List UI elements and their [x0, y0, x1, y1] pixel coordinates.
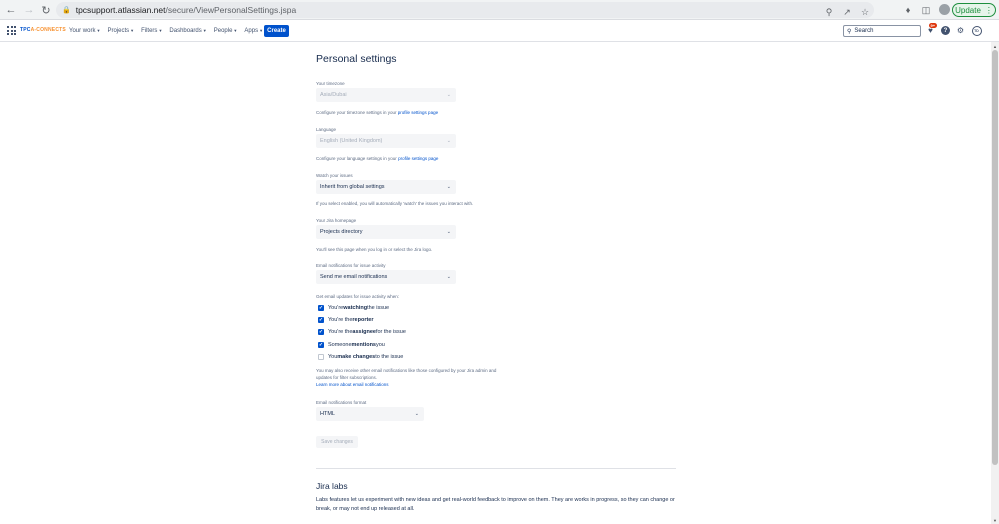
section-divider	[316, 468, 676, 469]
updates-label: Get email updates for issue activity whe…	[316, 294, 400, 299]
logo-text-a: TPC	[20, 27, 31, 33]
profile-icon[interactable]	[936, 3, 952, 17]
settings-gear-icon[interactable]: ⚙	[955, 25, 966, 36]
email-activity-value: Send me email notifications	[320, 274, 388, 280]
browser-toolbar: ← → ↻ 🔒 tpcsupport.atlassian.net/secure/…	[0, 0, 999, 20]
homepage-value: Projects directory	[320, 229, 363, 235]
checkbox-reporter[interactable]: ✓ You're the reporter	[318, 316, 374, 324]
menu-apps[interactable]: Apps▼	[244, 28, 263, 34]
checkbox-unchecked-icon[interactable]	[318, 354, 324, 360]
forward-icon[interactable]: →	[20, 1, 38, 19]
side-panel-icon[interactable]: ◫	[918, 5, 934, 16]
browser-update-button[interactable]: Update ⋮	[952, 3, 996, 17]
search-input[interactable]: ⚲ Search	[843, 25, 921, 37]
homepage-label: Your Jira homepage	[316, 218, 357, 223]
chevron-down-icon: ▼	[158, 28, 163, 33]
extensions-icon[interactable]: ♦	[900, 5, 916, 15]
site-logo[interactable]: TPCA-CONNECTS	[20, 27, 66, 33]
chevron-down-icon: ▼	[202, 28, 207, 33]
watch-label: Watch your issues	[316, 173, 353, 178]
language-value: English (United Kingdom)	[320, 138, 383, 144]
zoom-icon[interactable]: ⚲	[820, 7, 838, 18]
other-notifications-line2: updates for filter subscriptions.	[316, 375, 378, 380]
chevron-down-icon: ⌄	[446, 92, 451, 98]
search-placeholder: Search	[854, 28, 874, 34]
chevron-down-icon: ⌄	[446, 229, 451, 235]
chevron-down-icon: ▼	[259, 28, 264, 33]
other-notifications-line1: You may also receive other email notific…	[316, 368, 497, 373]
language-profile-link[interactable]: profile settings page	[398, 156, 438, 161]
app-switcher-icon[interactable]	[7, 26, 16, 35]
timezone-select: Asia/Dubai ⌄	[316, 88, 456, 102]
checkbox-mentions[interactable]: ✓ Someone mentions you	[318, 341, 385, 349]
homepage-select[interactable]: Projects directory ⌄	[316, 225, 456, 239]
checkbox-checked-icon[interactable]: ✓	[318, 342, 324, 348]
page-title: Personal settings	[316, 53, 397, 65]
checkbox-watching[interactable]: ✓ You're watching the issue	[318, 304, 389, 312]
timezone-profile-link[interactable]: profile settings page	[398, 110, 438, 115]
menu-people[interactable]: People▼	[214, 28, 238, 34]
chevron-down-icon: ⌄	[446, 138, 451, 144]
format-label: Email notifications format	[316, 400, 367, 405]
language-label: Language	[316, 127, 337, 132]
chevron-down-icon: ▼	[130, 28, 135, 33]
format-value: HTML	[320, 411, 335, 417]
scroll-down-icon[interactable]: ▼	[991, 516, 999, 524]
help-icon[interactable]: ?	[940, 25, 951, 36]
page-scrollbar[interactable]: ▲ ▼	[991, 42, 999, 524]
email-activity-select[interactable]: Send me email notifications ⌄	[316, 270, 456, 284]
update-label: Update	[955, 5, 981, 15]
checkbox-checked-icon[interactable]: ✓	[318, 317, 324, 323]
menu-projects[interactable]: Projects▼	[107, 28, 134, 34]
checkbox-checked-icon[interactable]: ✓	[318, 305, 324, 311]
watch-value: Inherit from global settings	[320, 184, 385, 190]
email-activity-label: Email notifications for issue activity	[316, 263, 386, 268]
chevron-down-icon: ⌄	[414, 411, 419, 417]
timezone-label: Your timezone	[316, 81, 345, 86]
scroll-up-icon[interactable]: ▲	[991, 42, 999, 50]
notification-badge: 9+	[929, 23, 937, 28]
menu-your-work[interactable]: Your work▼	[69, 28, 100, 34]
user-avatar[interactable]: TD	[971, 25, 982, 36]
address-bar[interactable]: 🔒 tpcsupport.atlassian.net/secure/ViewPe…	[56, 2, 874, 18]
menu-dashboards[interactable]: Dashboards▼	[169, 28, 206, 34]
chevron-down-icon: ▼	[96, 28, 101, 33]
chevron-down-icon: ⌄	[446, 274, 451, 280]
timezone-help: Configure your timezone settings in your…	[316, 110, 439, 115]
checkbox-assignee[interactable]: ✓ You're the assignee for the issue	[318, 328, 406, 336]
checkbox-make-changes[interactable]: You make changes to the issue	[318, 353, 403, 361]
url-host: tpcsupport.atlassian.net	[75, 5, 166, 15]
scrollbar-thumb[interactable]	[992, 50, 998, 465]
chevron-down-icon: ⌄	[446, 184, 451, 190]
search-icon: ⚲	[847, 28, 852, 35]
checkbox-checked-icon[interactable]: ✓	[318, 329, 324, 335]
learn-more-line: Learn more about email notifications	[316, 382, 389, 387]
chevron-down-icon: ▼	[233, 28, 238, 33]
save-changes-button[interactable]: Save changes	[316, 436, 358, 448]
more-vert-icon: ⋮	[984, 5, 993, 15]
homepage-help: You'll see this page when you log in or …	[316, 247, 433, 252]
create-button[interactable]: Create	[264, 25, 289, 37]
learn-more-link[interactable]: Learn more about email notifications	[316, 382, 389, 387]
format-select[interactable]: HTML ⌄	[316, 407, 424, 421]
reload-icon[interactable]: ↻	[37, 1, 55, 19]
menu-filters[interactable]: Filters▼	[141, 28, 162, 34]
jira-labs-heading: Jira labs	[316, 481, 348, 491]
url-path: /secure/ViewPersonalSettings.jspa	[165, 5, 297, 15]
bookmark-star-icon[interactable]: ☆	[856, 7, 874, 18]
logo-text-b: A-CONNECTS	[30, 27, 66, 33]
timezone-value: Asia/Dubai	[320, 92, 347, 98]
watch-select[interactable]: Inherit from global settings ⌄	[316, 180, 456, 194]
language-select: English (United Kingdom) ⌄	[316, 134, 456, 148]
language-help: Configure your language settings in your…	[316, 156, 439, 161]
watch-help: If you select enabled, you will automati…	[316, 201, 474, 206]
main-menu: Your work▼ Projects▼ Filters▼ Dashboards…	[69, 20, 270, 42]
back-icon[interactable]: ←	[2, 1, 20, 19]
share-icon[interactable]: ↗	[838, 7, 856, 18]
jira-labs-description: Labs features let us experiment with new…	[316, 497, 675, 512]
lock-icon: 🔒	[62, 7, 71, 14]
